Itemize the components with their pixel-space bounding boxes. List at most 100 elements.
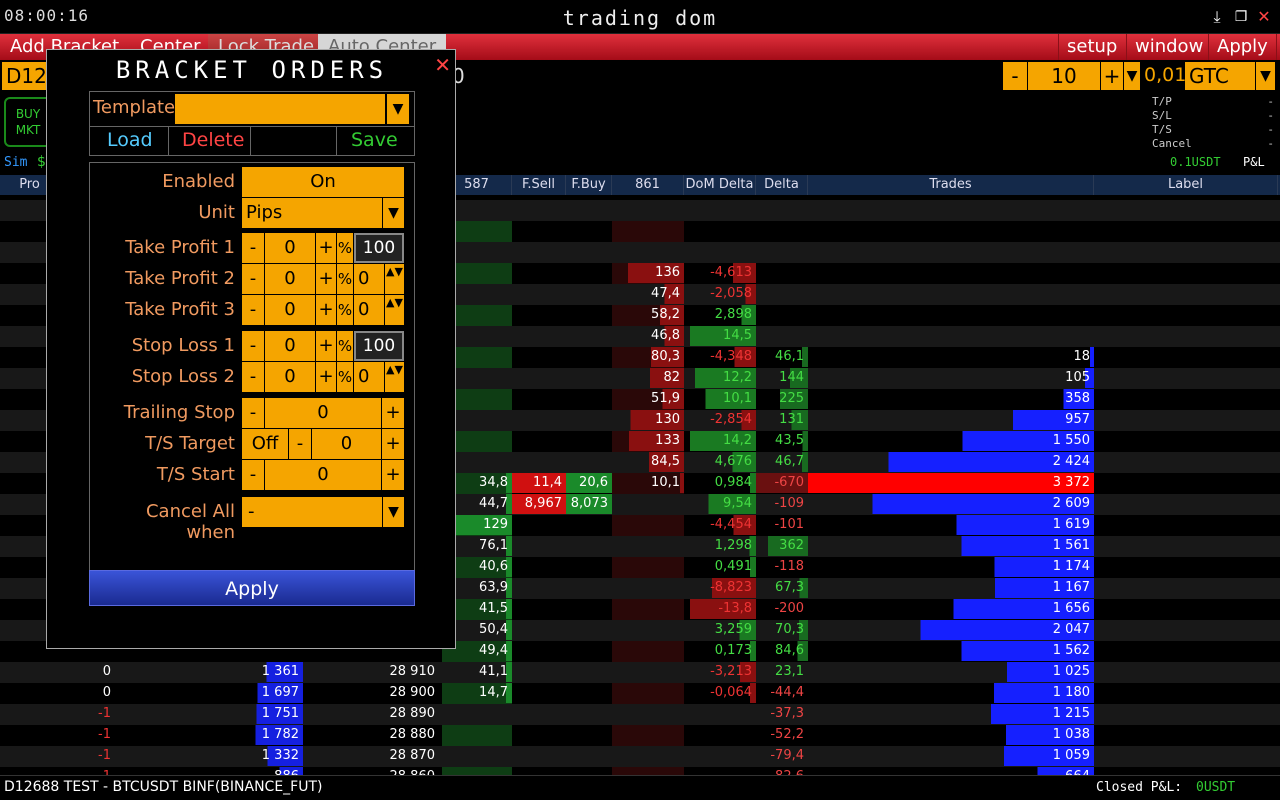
- sl2-minus[interactable]: -: [242, 362, 264, 392]
- cell-fbuy: 8,073: [566, 494, 612, 514]
- cell-c2: 1 361: [175, 662, 303, 682]
- cell-c861: 46,8: [612, 326, 684, 346]
- sl1-pct-value[interactable]: 100: [354, 331, 404, 361]
- tp3-value[interactable]: 0: [265, 295, 315, 325]
- cell-dom: 4,676: [684, 452, 756, 472]
- minimize-icon[interactable]: ⤓: [1208, 8, 1226, 26]
- unit-select[interactable]: Pips: [242, 198, 382, 228]
- pnl-value: 0.1USDT: [1170, 155, 1221, 169]
- save-button[interactable]: Save: [351, 129, 398, 151]
- tp2-label: Take Profit 2: [125, 268, 235, 289]
- cell-c2: 1 697: [175, 683, 303, 703]
- ts-target-minus[interactable]: -: [289, 429, 311, 459]
- tp3-plus[interactable]: +: [316, 295, 336, 325]
- template-select[interactable]: [175, 94, 385, 124]
- tp1-value[interactable]: 0: [265, 233, 315, 263]
- dialog-close-icon[interactable]: ✕: [434, 53, 451, 77]
- unit-dropdown-icon[interactable]: ▼: [383, 198, 404, 228]
- tp2-pct-value[interactable]: 0: [354, 264, 384, 294]
- table-row[interactable]: 0 1 697 28 900 14,7 -0,064 -44,4 1 180: [0, 683, 1280, 704]
- sl2-plus[interactable]: +: [316, 362, 336, 392]
- setup-menu[interactable]: setup: [1058, 34, 1125, 60]
- qty-plus-button[interactable]: +: [1101, 62, 1123, 90]
- window-menu[interactable]: window: [1126, 34, 1211, 60]
- tif-select[interactable]: GTC: [1185, 62, 1255, 90]
- tp1-pct-value[interactable]: 100: [354, 233, 404, 263]
- sl1-plus[interactable]: +: [316, 331, 336, 361]
- tp3-pct-value[interactable]: 0: [354, 295, 384, 325]
- header-fsell[interactable]: F.Sell: [512, 175, 566, 195]
- ts-target-value[interactable]: 0: [312, 429, 381, 459]
- ts-start-value[interactable]: 0: [265, 460, 381, 490]
- cell-c1: -1: [98, 727, 111, 742]
- header-dom-delta[interactable]: DoM Delta: [684, 175, 756, 195]
- tp2-plus[interactable]: +: [316, 264, 336, 294]
- trailing-stop-value[interactable]: 0: [265, 398, 381, 428]
- cell-trades: 2 424: [808, 452, 1094, 472]
- qty-minus-button[interactable]: -: [1003, 62, 1027, 90]
- cell-dom: -8,823: [684, 578, 756, 598]
- sl1-minus[interactable]: -: [242, 331, 264, 361]
- apply-menu[interactable]: Apply: [1208, 34, 1277, 60]
- trailing-stop-plus[interactable]: +: [382, 398, 404, 428]
- cell-delta: 225: [756, 389, 808, 409]
- sl2-spinner-icon[interactable]: ▲▼: [385, 362, 404, 392]
- tp2-spinner-icon[interactable]: ▲▼: [385, 264, 404, 294]
- enabled-toggle[interactable]: On: [242, 167, 404, 197]
- template-dropdown-icon[interactable]: ▼: [387, 94, 409, 124]
- cell-fsell: [512, 620, 566, 640]
- header-label[interactable]: Label: [1094, 175, 1278, 195]
- cell-dom: [684, 221, 756, 241]
- tp2-value[interactable]: 0: [265, 264, 315, 294]
- delete-button[interactable]: Delete: [182, 129, 244, 151]
- sl2-pct-value[interactable]: 0: [354, 362, 384, 392]
- load-button[interactable]: Load: [107, 129, 153, 151]
- unit-label: Unit: [198, 202, 235, 223]
- table-row[interactable]: -1 1 751 28 890 -37,3 1 215: [0, 704, 1280, 725]
- cell-trades: 1 180: [808, 683, 1094, 703]
- cancel-all-dropdown-icon[interactable]: ▼: [383, 497, 404, 527]
- cell-trades: 957: [808, 410, 1094, 430]
- header-861[interactable]: 861: [612, 175, 684, 195]
- dialog-apply-button[interactable]: Apply: [89, 570, 415, 606]
- tp2-minus[interactable]: -: [242, 264, 264, 294]
- maximize-icon[interactable]: ❐: [1232, 8, 1250, 26]
- buy-market-button[interactable]: BUY MKT: [4, 97, 52, 147]
- cell-delta: [756, 263, 808, 283]
- tp3-label: Take Profit 3: [125, 299, 235, 320]
- account-box[interactable]: D12: [2, 62, 50, 90]
- header-fbuy[interactable]: F.Buy: [566, 175, 612, 195]
- tp1-minus[interactable]: -: [242, 233, 264, 263]
- sim-label: Sim: [4, 155, 28, 170]
- sl2-pct-icon: %: [337, 362, 353, 392]
- ts-start-minus[interactable]: -: [242, 460, 264, 490]
- ts-target-toggle[interactable]: Off: [242, 429, 288, 459]
- header-trades[interactable]: Trades: [808, 175, 1094, 195]
- table-row[interactable]: 0 1 361 28 910 41,1 -3,213 23,1 1 025: [0, 662, 1280, 683]
- table-row[interactable]: -1 1 782 28 880 -52,2 1 038: [0, 725, 1280, 746]
- cell-dom: 0,173: [684, 641, 756, 661]
- tp1-pct-icon: %: [337, 233, 353, 263]
- cell-delta: -670: [756, 473, 808, 493]
- cancel-all-select[interactable]: -: [242, 497, 382, 527]
- mkt-label: MKT: [15, 123, 41, 137]
- cell-c2: 1 782: [175, 725, 303, 745]
- sl1-value[interactable]: 0: [265, 331, 315, 361]
- cell-dom: -3,213: [684, 662, 756, 682]
- qty-input[interactable]: 10: [1028, 62, 1100, 90]
- tif-dropdown-icon[interactable]: ▼: [1256, 62, 1275, 90]
- ts-target-plus[interactable]: +: [382, 429, 404, 459]
- close-icon[interactable]: ✕: [1255, 8, 1273, 26]
- trailing-stop-minus[interactable]: -: [242, 398, 264, 428]
- sl2-value[interactable]: 0: [265, 362, 315, 392]
- header-delta[interactable]: Delta: [756, 175, 808, 195]
- cell-fsell: [512, 368, 566, 388]
- tp3-spinner-icon[interactable]: ▲▼: [385, 295, 404, 325]
- cell-trades: 2 609: [808, 494, 1094, 514]
- table-row[interactable]: -1 1 332 28 870 -79,4 1 059: [0, 746, 1280, 767]
- ts-start-plus[interactable]: +: [382, 460, 404, 490]
- tp1-plus[interactable]: +: [316, 233, 336, 263]
- tp3-minus[interactable]: -: [242, 295, 264, 325]
- cell-fsell: [512, 305, 566, 325]
- qty-dropdown-icon[interactable]: ▼: [1124, 62, 1140, 90]
